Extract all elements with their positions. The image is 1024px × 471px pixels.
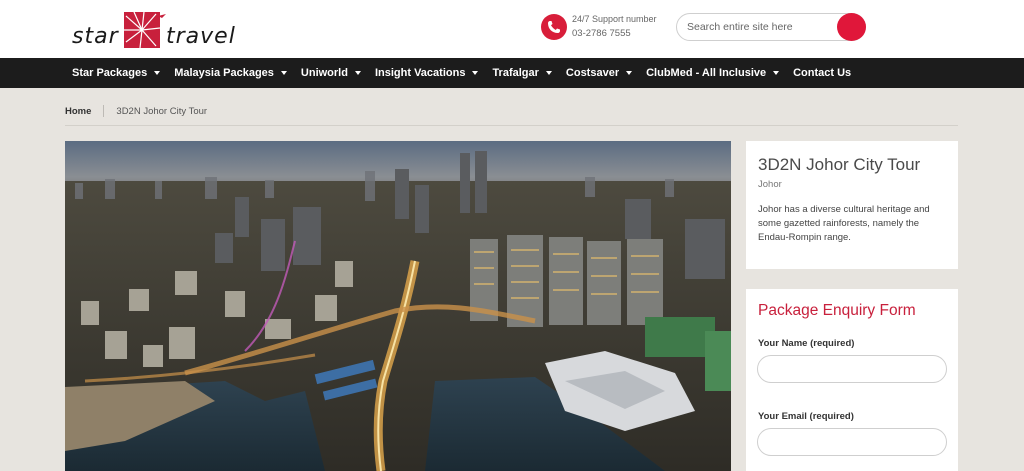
- name-field[interactable]: [757, 355, 947, 383]
- breadcrumb-divider: [65, 125, 958, 126]
- search-input[interactable]: [687, 19, 837, 35]
- search-button[interactable]: [837, 13, 866, 41]
- breadcrumb: Home 3D2N Johor City Tour: [65, 104, 207, 118]
- nav-item-costsaver[interactable]: Costsaver: [565, 67, 633, 79]
- tour-description: Johor has a diverse cultural heritage an…: [758, 204, 930, 243]
- chevron-down-icon: [545, 71, 552, 75]
- nav-item-label: Contact Us: [793, 67, 852, 79]
- nav-item-uniworld[interactable]: Uniworld: [301, 67, 361, 79]
- chevron-down-icon: [280, 71, 287, 75]
- nav-item-label: Malaysia Packages: [174, 67, 274, 79]
- nav-item-contact-us[interactable]: Contact Us: [793, 67, 851, 79]
- chevron-down-icon: [472, 71, 479, 75]
- phone-icon: [541, 14, 567, 40]
- name-field-label: Your Name (required): [758, 338, 855, 349]
- nav-item-insight-vacations[interactable]: Insight Vacations: [374, 67, 479, 79]
- tour-location: Johor: [758, 179, 782, 190]
- support-phone-number[interactable]: 03-2786 7555: [572, 28, 631, 39]
- chevron-down-icon: [354, 71, 361, 75]
- chevron-down-icon: [154, 71, 161, 75]
- nav-item-trafalgar[interactable]: Trafalgar: [492, 67, 552, 79]
- support-label: 24/7 Support number: [572, 14, 657, 24]
- nav-item-malaysia-packages[interactable]: Malaysia Packages: [174, 67, 287, 79]
- breadcrumb-separator: [103, 105, 105, 117]
- nav-item-label: Trafalgar: [492, 67, 539, 79]
- site-header: star travel 24/7 Support number 03-2786 …: [0, 0, 1024, 58]
- nav-item-clubmed[interactable]: ClubMed - All Inclusive: [646, 67, 780, 79]
- tour-info-card: 3D2N Johor City Tour Johor Johor has a d…: [746, 141, 958, 269]
- logo-star-mark: [124, 11, 166, 48]
- tour-title: 3D2N Johor City Tour: [758, 155, 921, 174]
- nav-item-label: ClubMed - All Inclusive: [646, 67, 767, 79]
- package-enquiry-form: Package Enquiry Form Your Name (required…: [746, 289, 958, 471]
- search-box: [676, 13, 866, 41]
- form-title: Package Enquiry Form: [758, 302, 916, 319]
- breadcrumb-current: 3D2N Johor City Tour: [116, 105, 208, 117]
- main-nav: Star Packages Malaysia Packages Uniworld…: [0, 58, 1024, 88]
- site-logo[interactable]: star travel: [70, 6, 240, 54]
- logo-word-star: star: [72, 24, 119, 49]
- chevron-down-icon: [773, 71, 780, 75]
- city-aerial-illustration: [65, 141, 731, 471]
- nav-item-star-packages[interactable]: Star Packages: [72, 67, 161, 79]
- nav-item-label: Insight Vacations: [374, 67, 466, 79]
- email-field[interactable]: [757, 428, 947, 456]
- breadcrumb-home-link[interactable]: Home: [65, 106, 91, 117]
- chevron-down-icon: [626, 71, 633, 75]
- nav-item-label: Uniworld: [300, 67, 348, 79]
- logo-word-travel: travel: [166, 24, 236, 49]
- nav-item-label: Star Packages: [72, 67, 148, 79]
- tour-hero-image: [65, 141, 731, 471]
- nav-list: Star Packages Malaysia Packages Uniworld…: [72, 58, 865, 88]
- nav-item-label: Costsaver: [565, 67, 620, 79]
- support-contact[interactable]: 24/7 Support number 03-2786 7555: [541, 12, 671, 44]
- email-field-label: Your Email (required): [758, 411, 854, 422]
